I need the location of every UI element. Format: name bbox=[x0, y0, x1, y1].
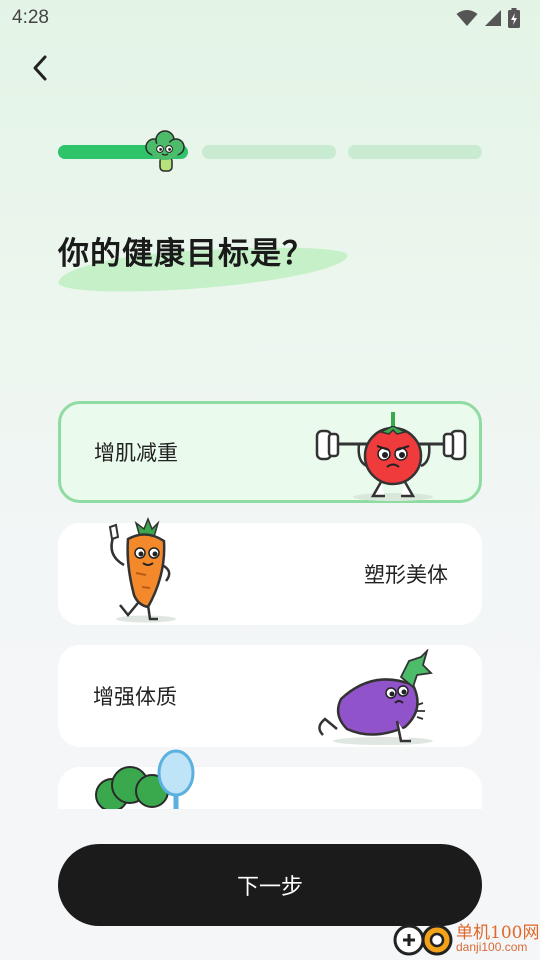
cellular-signal-icon bbox=[485, 10, 501, 26]
carrot-flexing-illustration bbox=[108, 516, 176, 623]
option-strengthen-physique[interactable]: 增强体质 bbox=[58, 645, 482, 747]
battery-charging-icon bbox=[508, 8, 520, 28]
status-time: 4:28 bbox=[12, 7, 49, 28]
status-icons bbox=[456, 8, 520, 28]
progress-bar bbox=[58, 130, 482, 172]
chevron-left-icon bbox=[33, 55, 47, 81]
option-4[interactable] bbox=[58, 749, 482, 809]
goal-options-list[interactable]: 增肌减重 塑形美体 增强体质 bbox=[58, 401, 482, 809]
option-body-shaping[interactable]: 塑形美体 bbox=[58, 516, 482, 625]
watermark: 单机100网 danji100.com bbox=[392, 916, 540, 960]
option-muscle-gain-weight-loss[interactable]: 增肌减重 bbox=[58, 401, 482, 503]
next-step-button[interactable]: 下一步 bbox=[58, 844, 482, 926]
tomato-weightlifting-illustration bbox=[315, 412, 467, 501]
page-title: 你的健康目标是？ bbox=[58, 236, 314, 272]
back-button[interactable] bbox=[22, 50, 58, 86]
broccoli-mascot-icon bbox=[145, 130, 185, 172]
option-label: 增肌减重 bbox=[94, 441, 178, 465]
broccoli-illustration bbox=[95, 749, 195, 809]
progress-step-3 bbox=[348, 145, 482, 159]
option-label: 塑形美体 bbox=[364, 563, 448, 587]
wifi-icon bbox=[456, 10, 478, 26]
eggplant-pushup-illustration bbox=[318, 649, 433, 745]
status-bar: 4:28 bbox=[0, 0, 540, 36]
progress-step-2 bbox=[202, 145, 336, 159]
option-label: 增强体质 bbox=[93, 685, 177, 709]
question-title-block: 你的健康目标是？ bbox=[57, 228, 349, 299]
watermark-logo-icon bbox=[393, 924, 453, 956]
watermark-url: danji100.com bbox=[456, 940, 528, 954]
